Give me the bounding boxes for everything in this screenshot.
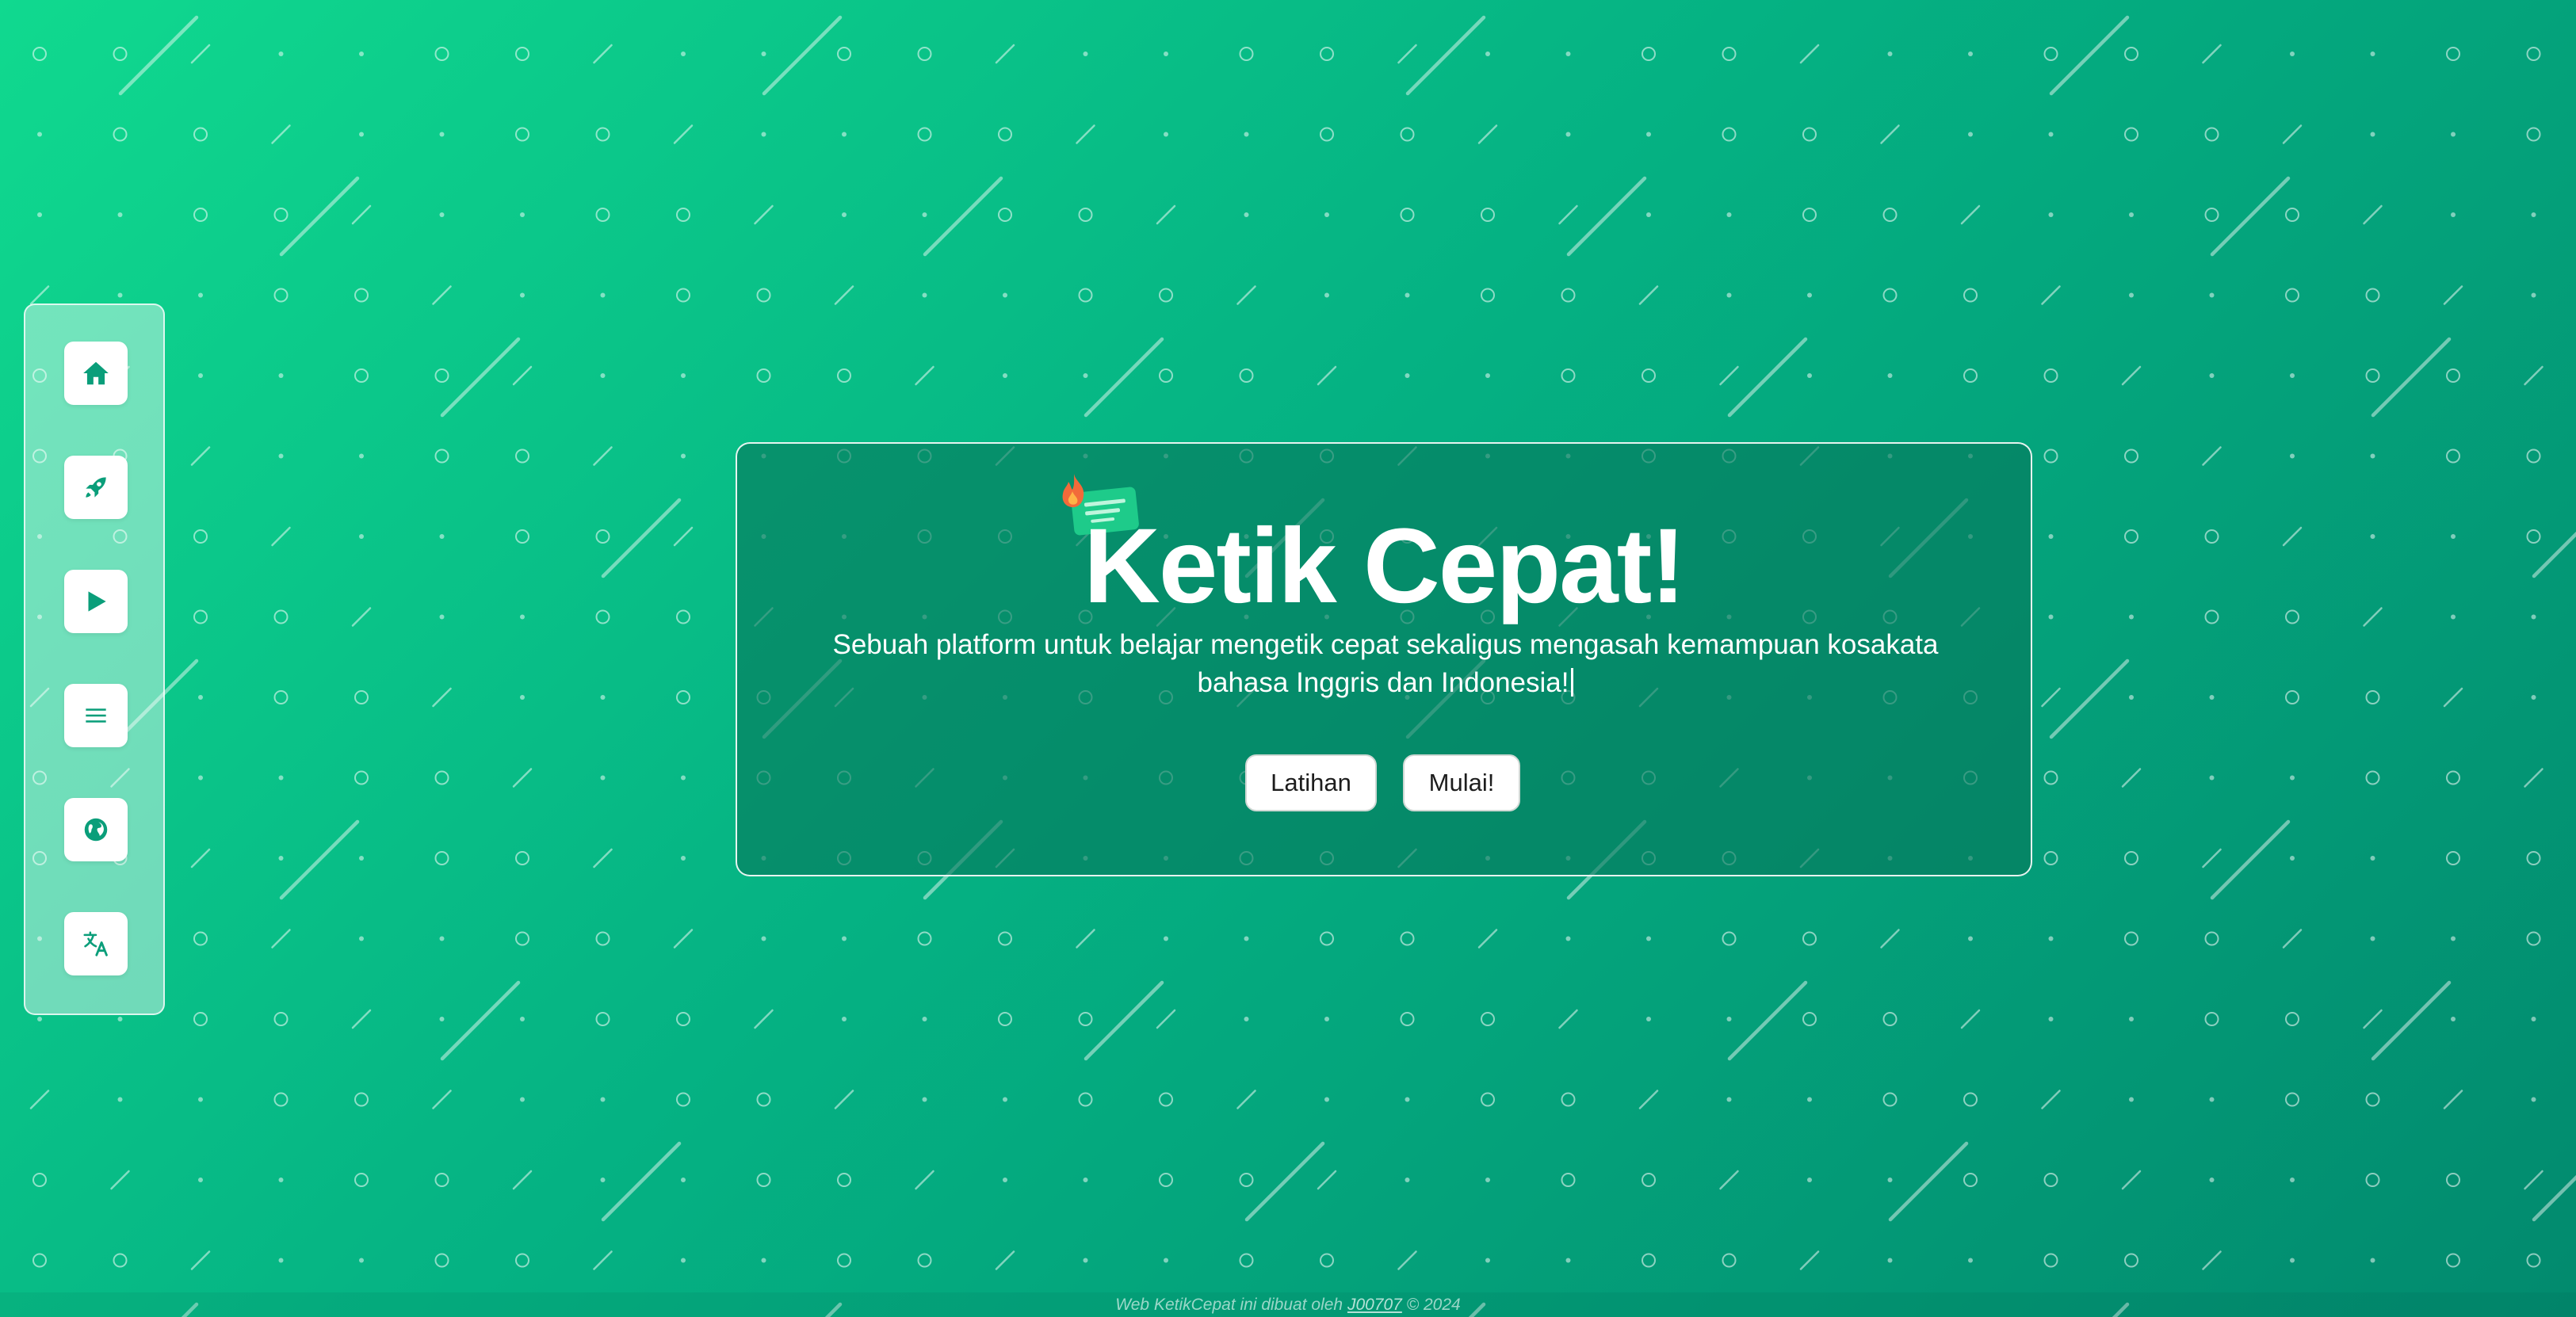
- play-icon: [88, 591, 106, 612]
- rocket-button[interactable]: [64, 456, 128, 519]
- page-subtitle: Sebuah platform untuk belajar mengetik c…: [793, 626, 1978, 702]
- typing-cursor: [1571, 668, 1574, 697]
- footer-prefix: Web KetikCepat ini dibuat oleh: [1115, 1296, 1347, 1314]
- practice-button[interactable]: Latihan: [1245, 754, 1377, 811]
- play-button[interactable]: [64, 570, 128, 633]
- sidebar: [24, 303, 165, 1015]
- subtitle-text: Sebuah platform untuk belajar mengetik c…: [832, 629, 1939, 698]
- page-title: Ketik Cepat!: [1084, 507, 1686, 625]
- footer-suffix: © 2024: [1401, 1296, 1461, 1314]
- translate-button[interactable]: [64, 912, 128, 975]
- home-icon: [83, 361, 109, 385]
- translate-icon: [83, 931, 108, 956]
- start-button[interactable]: Mulai!: [1403, 754, 1520, 811]
- globe-icon: [84, 818, 108, 842]
- home-button[interactable]: [64, 342, 128, 405]
- footer: Web KetikCepat ini dibuat oleh J00707 © …: [0, 1292, 2576, 1317]
- rocket-icon: [86, 477, 106, 498]
- menu-button[interactable]: [64, 684, 128, 747]
- hero-card: Ketik Cepat! Sebuah platform untuk belaj…: [736, 442, 2032, 876]
- menu-icon: [86, 708, 106, 723]
- author-link[interactable]: J00707: [1347, 1296, 1402, 1314]
- globe-button[interactable]: [64, 798, 128, 861]
